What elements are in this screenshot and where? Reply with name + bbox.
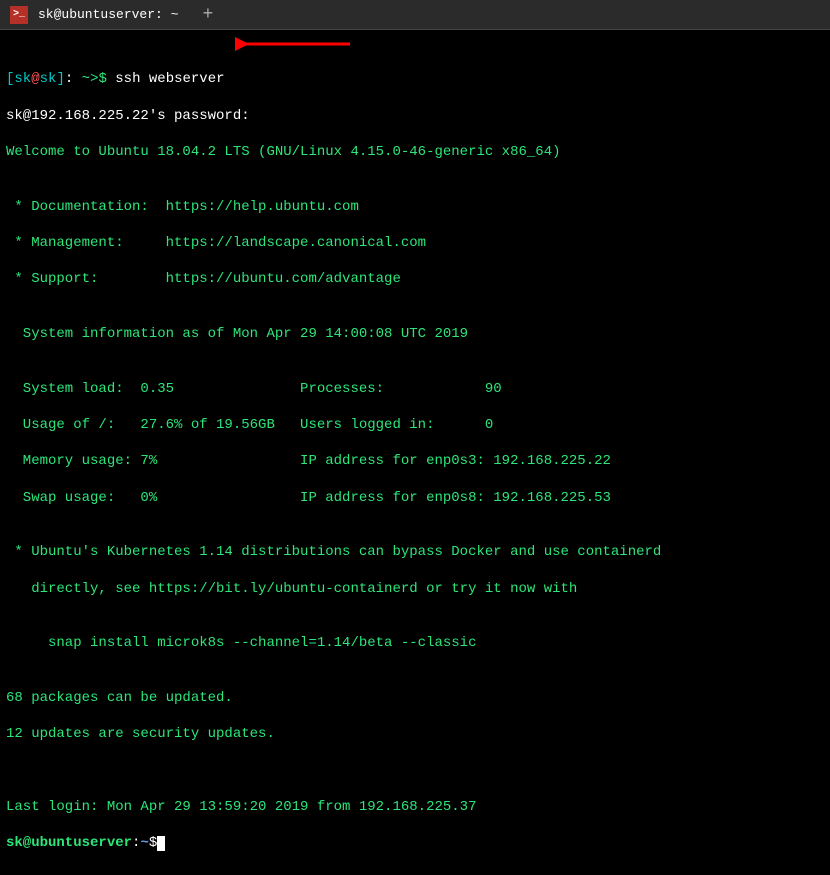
sysinfo-row: Swap usage: 0% IP address for enp0s8: 19… [6, 489, 824, 507]
mgmt-line: * Management: https://landscape.canonica… [6, 234, 824, 252]
prompt-path: ~ [73, 71, 90, 87]
terminal-tab[interactable]: >_ sk@ubuntuserver: ~ [0, 0, 188, 29]
bracket-close: ] [56, 71, 64, 87]
packages-line: 68 packages can be updated. [6, 689, 824, 707]
command-text: ssh webserver [115, 71, 224, 87]
tab-title: sk@ubuntuserver: ~ [38, 7, 178, 22]
new-tab-button[interactable]: + [188, 5, 227, 25]
cursor [157, 836, 165, 851]
security-updates-line: 12 updates are security updates. [6, 725, 824, 743]
welcome-line: Welcome to Ubuntu 18.04.2 LTS (GNU/Linux… [6, 143, 824, 161]
sysinfo-row: Usage of /: 27.6% of 19.56GB Users logge… [6, 416, 824, 434]
prompt-colon: : [65, 71, 73, 87]
support-line: * Support: https://ubuntu.com/advantage [6, 270, 824, 288]
prompt-host: sk [40, 71, 57, 87]
annotation-arrow-icon [235, 35, 355, 53]
sysinfo-row: Memory usage: 7% IP address for enp0s3: … [6, 452, 824, 470]
prompt-path: ~ [140, 835, 148, 851]
terminal-icon: >_ [10, 6, 28, 24]
sysinfo-row: System load: 0.35 Processes: 90 [6, 380, 824, 398]
k8s-line: directly, see https://bit.ly/ubuntu-cont… [6, 580, 824, 598]
prompt-colon: : [132, 835, 140, 851]
prompt-user: sk [14, 71, 31, 87]
titlebar: >_ sk@ubuntuserver: ~ + [0, 0, 830, 30]
shell-prompt: sk@ubuntuserver:~$ [6, 834, 824, 852]
snap-line: snap install microk8s --channel=1.14/bet… [6, 634, 824, 652]
prompt-dollar: $ [149, 835, 157, 851]
last-login-line: Last login: Mon Apr 29 13:59:20 2019 fro… [6, 798, 824, 816]
prompt-suffix: >$ [90, 71, 115, 87]
prompt-at: @ [31, 71, 39, 87]
password-prompt: sk@192.168.225.22's password: [6, 107, 824, 125]
terminal-body[interactable]: [sk@sk]: ~>$ ssh webserver sk@192.168.22… [0, 30, 830, 875]
sysinfo-header: System information as of Mon Apr 29 14:0… [6, 325, 824, 343]
prompt-line: [sk@sk]: ~>$ ssh webserver [6, 70, 824, 88]
k8s-line: * Ubuntu's Kubernetes 1.14 distributions… [6, 543, 824, 561]
prompt-userhost: sk@ubuntuserver [6, 835, 132, 851]
doc-line: * Documentation: https://help.ubuntu.com [6, 198, 824, 216]
